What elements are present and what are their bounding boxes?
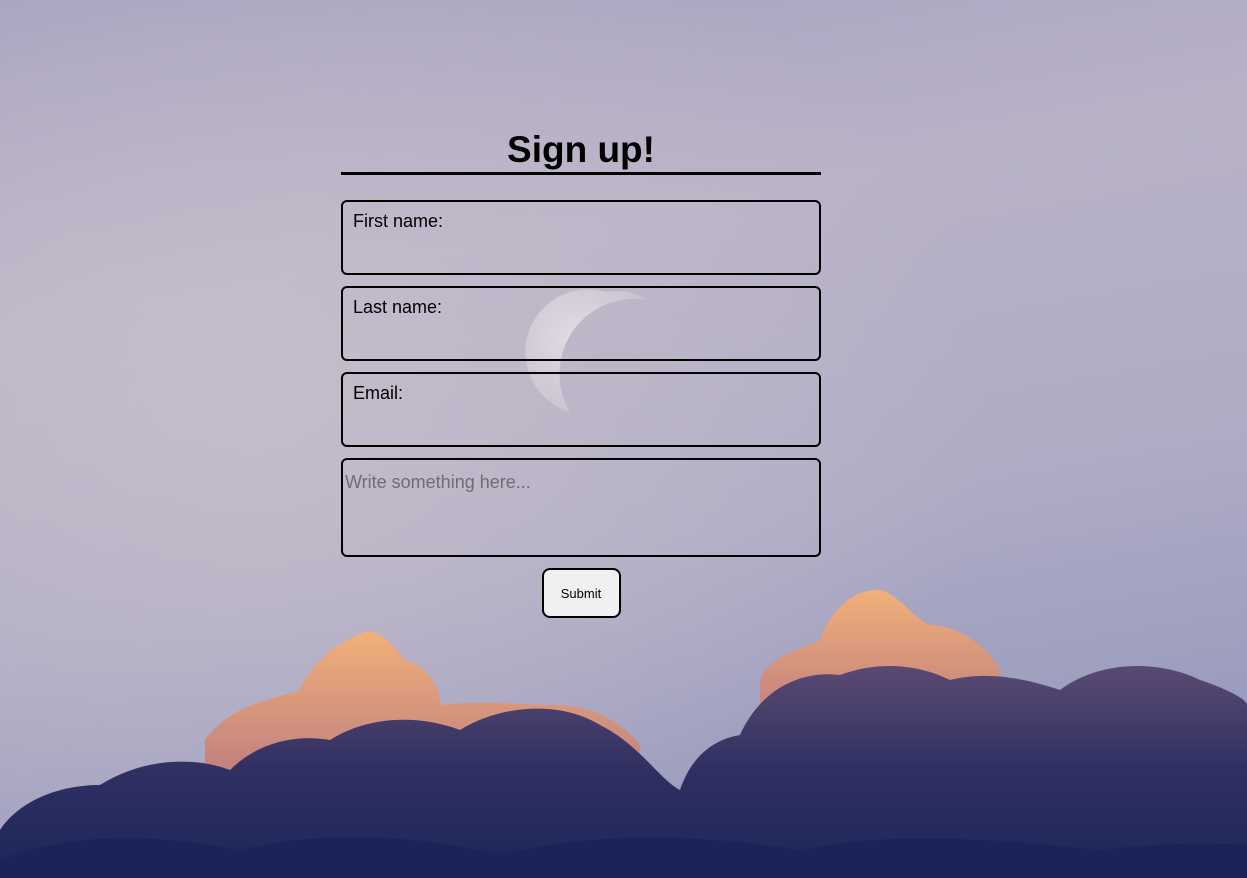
last-name-input[interactable] [351,324,811,353]
first-name-label: First name: [353,211,444,231]
email-field[interactable]: Email: [341,372,821,447]
submit-button[interactable]: Submit [541,568,621,618]
message-textarea[interactable] [341,458,821,557]
submit-row: Submit [341,568,821,618]
last-name-label: Last name: [353,297,443,317]
signup-form: Sign up! First name: Last name: Email: S… [341,126,821,618]
page-title: Sign up! [341,126,821,175]
first-name-field[interactable]: First name: [341,200,821,275]
first-name-input[interactable] [351,238,811,267]
last-name-field[interactable]: Last name: [341,286,821,361]
email-input[interactable] [351,410,811,439]
email-label: Email: [353,383,404,403]
